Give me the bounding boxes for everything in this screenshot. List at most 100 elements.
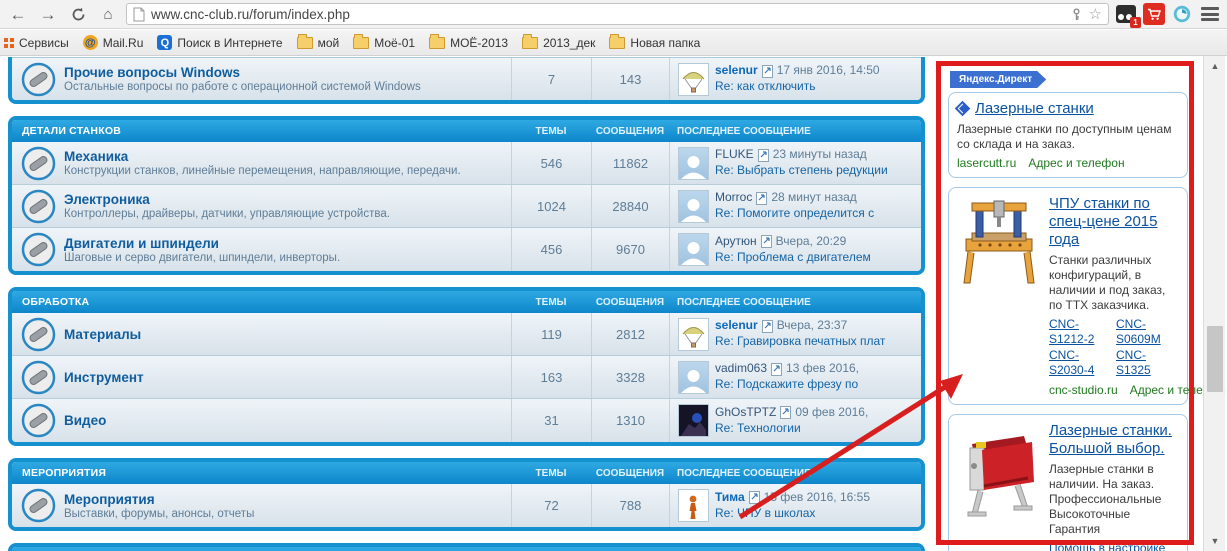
forum-title-link[interactable]: Материалы [64, 327, 505, 342]
bookmark-mailru[interactable]: @ Mail.Ru [82, 35, 143, 50]
last-post-user[interactable]: Morroc [715, 190, 752, 206]
last-post-time: Вчера, 23:37 [776, 318, 848, 333]
bookmark-folder-new[interactable]: Новая папка [609, 33, 700, 50]
last-post-subject[interactable]: Re: ЧПУ в школах [715, 506, 870, 522]
last-post-icon[interactable] [760, 235, 772, 249]
extension-social-button[interactable]: 1 [1115, 3, 1141, 28]
bookmark-services[interactable]: Сервисы [4, 36, 69, 50]
home-button[interactable]: ⌂ [96, 3, 120, 25]
bookmark-star-icon[interactable]: ☆ [1089, 7, 1102, 22]
avatar [678, 489, 709, 522]
bookmark-label: Поиск в Интернете [177, 35, 283, 50]
last-post-time: 15 фев 2016, 16:55 [763, 489, 870, 504]
key-icon[interactable] [1070, 8, 1083, 21]
last-post-subject[interactable]: Re: Гравировка печатных плат [715, 334, 885, 350]
forum-row-events[interactable]: Мероприятия Выставки, форумы, анонсы, от… [12, 484, 921, 527]
forum-section-partial: Прочие вопросы Windows Остальные вопросы… [8, 57, 925, 104]
bookmark-folder-moy[interactable]: мой [296, 33, 340, 50]
last-post-icon[interactable] [757, 148, 769, 162]
last-post-subject[interactable]: Re: Технологии [715, 421, 868, 437]
last-post-user[interactable]: Тима [715, 490, 745, 506]
forum-description: Контроллеры, драйверы, датчики, управляю… [64, 208, 390, 220]
forum-row-electronics[interactable]: Электроника Контроллеры, драйверы, датчи… [12, 185, 921, 228]
ad-domain[interactable]: cnc-studio.ru [1049, 383, 1118, 397]
last-post-time: 23 минуты назад [772, 147, 867, 162]
forum-title-link[interactable]: Двигатели и шпиндели [64, 236, 505, 251]
forum-row-mechanics[interactable]: Механика Конструкции станков, линейные п… [12, 142, 921, 185]
bookmark-folder-2013dek[interactable]: 2013_дек [522, 33, 595, 50]
last-post-user[interactable]: Арутюн [715, 234, 757, 250]
extension-cart-button[interactable] [1143, 3, 1165, 25]
last-post-icon[interactable] [761, 64, 773, 78]
ad-title-link[interactable]: Лазерные станки. Большой выбор. [1049, 422, 1172, 457]
forum-row-windows[interactable]: Прочие вопросы Windows Остальные вопросы… [12, 57, 921, 100]
bookmark-label: мой [317, 35, 340, 50]
forum-section-friends: ПЛОЩАДКИ ДРУЗЕЙ CNC-CLUB.RU ТЕМЫ СООБЩЕН… [8, 543, 925, 551]
last-post-icon[interactable] [748, 491, 760, 505]
forum-title-link[interactable]: Механика [64, 149, 505, 164]
last-post-icon[interactable] [756, 191, 768, 205]
bookmark-label: Сервисы [19, 35, 69, 50]
ad-laser-2[interactable]: Лазерные станки. Большой выбор. Лазерные… [948, 414, 1188, 551]
refresh-button[interactable] [66, 3, 90, 25]
forum-row-motors[interactable]: Двигатели и шпиндели Шаговые и серво дви… [12, 228, 921, 271]
back-button[interactable]: ← [6, 3, 30, 25]
column-lastpost: ПОСЛЕДНЕЕ СООБЩЕНИЕ [677, 467, 811, 479]
ad-link[interactable]: CNC-S0609M [1116, 317, 1179, 348]
forum-row-tools[interactable]: Инструмент 163 3328 vadim063 13 фев 2016… [12, 356, 921, 399]
last-post-user[interactable]: GhOsTPTZ [715, 405, 776, 421]
topics-count: 456 [511, 228, 591, 271]
forum-description: Шаговые и серво двигатели, шпиндели, инв… [64, 251, 341, 264]
forum-row-materials[interactable]: Материалы 119 2812 selenur Вчера, 23:37 [12, 313, 921, 356]
last-post-user[interactable]: FLUKE [715, 147, 754, 163]
page-scrollbar[interactable]: ▲ ▼ [1203, 56, 1225, 551]
bookmark-search[interactable]: Q Поиск в Интернете [157, 35, 283, 50]
last-post-subject[interactable]: Re: Проблема с двигателем [715, 250, 871, 266]
address-bar[interactable]: www.cnc-club.ru/forum/index.php ☆ [126, 3, 1109, 25]
last-post-user[interactable]: selenur [715, 63, 758, 79]
forum-title-link[interactable]: Инструмент [64, 370, 505, 385]
scrollbar-thumb[interactable] [1207, 326, 1223, 392]
ad-title-link[interactable]: ЧПУ станки по спец-цене 2015 года [1049, 195, 1157, 248]
forum-row-video[interactable]: Видео 31 1310 GhOsTPTZ 09 фев 2016, Re: [12, 399, 921, 442]
ad-domain[interactable]: lasercutt.ru [957, 156, 1016, 170]
last-post-icon[interactable] [771, 362, 783, 376]
forum-icon [21, 317, 55, 351]
forward-button[interactable]: → [36, 3, 60, 25]
ad-link[interactable]: CNC-S2030-4 [1049, 348, 1112, 379]
forum-title-link[interactable]: Мероприятия [64, 492, 505, 507]
search-icon: Q [157, 35, 173, 50]
last-post-user[interactable]: selenur [715, 318, 758, 334]
topics-count: 163 [511, 356, 591, 398]
ad-link[interactable]: CNC-S1212-2 [1049, 317, 1112, 348]
bookmark-folder-moe2013[interactable]: МОЁ-2013 [429, 33, 508, 50]
extension-drop-button[interactable] [1171, 3, 1193, 25]
ad-cnc-machines[interactable]: ЧПУ станки по спец-цене 2015 года Станки… [948, 186, 1226, 406]
last-post-user[interactable]: vadim063 [715, 361, 767, 377]
extension-badge: 1 [1130, 17, 1141, 28]
last-post-icon[interactable] [780, 406, 792, 420]
last-post-subject[interactable]: Re: Помогите определится с [715, 206, 874, 222]
forum-title-link[interactable]: Электроника [64, 192, 505, 207]
last-post-icon[interactable] [761, 319, 773, 333]
ad-contact-link[interactable]: Адрес и телефон [1028, 156, 1124, 170]
last-post-subject[interactable]: Re: Подскажите фрезу по [715, 377, 859, 393]
last-post-time: 09 фев 2016, [795, 404, 869, 419]
scroll-down-button[interactable]: ▼ [1204, 533, 1226, 549]
last-post-subject[interactable]: Re: как отключить [715, 79, 880, 95]
forum-icon [21, 403, 55, 438]
scroll-up-button[interactable]: ▲ [1204, 58, 1226, 74]
url-text[interactable]: www.cnc-club.ru/forum/index.php [151, 7, 1064, 22]
topics-count: 119 [511, 313, 591, 355]
ad-link[interactable]: Помощь в настройке [1049, 541, 1179, 551]
folder-icon [609, 33, 626, 49]
ad-laser-1[interactable]: Лазерные станки Лазерные станки по досту… [948, 92, 1188, 178]
bookmark-folder-moe01[interactable]: Моё-01 [353, 33, 415, 50]
last-post-subject[interactable]: Re: Выбрать степень редукции [715, 163, 888, 179]
forum-title-link[interactable]: Видео [64, 413, 505, 428]
browser-menu-button[interactable] [1199, 5, 1221, 23]
forum-title-link[interactable]: Прочие вопросы Windows [64, 65, 505, 80]
ad-link[interactable]: CNC-S1325 [1116, 348, 1179, 379]
posts-count: 9670 [591, 228, 669, 271]
ad-title-link[interactable]: Лазерные станки [975, 100, 1094, 118]
